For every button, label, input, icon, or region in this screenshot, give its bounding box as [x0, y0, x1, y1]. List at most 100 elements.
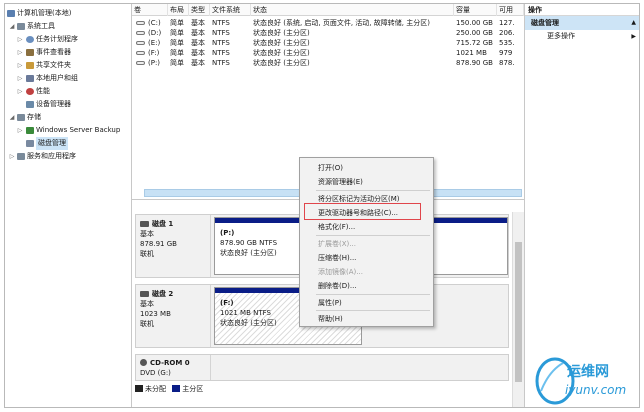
- vertical-scrollbar[interactable]: [512, 212, 524, 407]
- tree-item-label: 任务计划程序: [36, 35, 78, 43]
- disk-status: 联机: [140, 320, 154, 328]
- table-cell: 状态良好 (系统, 启动, 页面文件, 活动, 故障转储, 主分区): [253, 19, 430, 27]
- tree-item-system-tools[interactable]: ◢ 系统工具: [5, 20, 131, 33]
- context-menu-item[interactable]: 资源管理器(E): [300, 176, 433, 189]
- tree-item-event-viewer[interactable]: ▷ 事件查看器: [5, 46, 131, 59]
- menu-separator: [316, 294, 430, 295]
- device-manager-icon: [26, 101, 34, 108]
- table-cell: 206.: [499, 29, 515, 37]
- volume-icon: [136, 21, 145, 25]
- table-cell: 简单: [170, 19, 184, 27]
- disk-name: 磁盘 1: [152, 220, 174, 228]
- tree-item-storage[interactable]: ◢ 存储: [5, 111, 131, 124]
- tree-item-label: 本地用户和组: [36, 74, 78, 82]
- tree-item-shared-folders[interactable]: ▷ 共享文件夹: [5, 59, 131, 72]
- tree-item-device-manager[interactable]: 设备管理器: [5, 98, 131, 111]
- collapsed-arrow-icon[interactable]: ▷: [16, 85, 24, 98]
- table-cell: NTFS: [212, 49, 230, 57]
- table-cell: 基本: [191, 49, 205, 57]
- tree-item-task-scheduler[interactable]: ▷ 任务计划程序: [5, 33, 131, 46]
- collapsed-arrow-icon[interactable]: ▷: [16, 72, 24, 85]
- action-label: 更多操作: [547, 32, 575, 40]
- tree-item-label: 计算机管理(本地): [17, 9, 72, 17]
- tree-item-label: 事件查看器: [36, 48, 71, 56]
- table-cell: 状态良好 (主分区): [253, 39, 310, 47]
- collapse-up-icon[interactable]: ▲: [631, 16, 636, 30]
- navigation-tree: 计算机管理(本地) ◢ 系统工具 ▷ 任务计划程序 ▷ 事件查看器 ▷ 共享文件…: [5, 4, 132, 407]
- tree-item-services-applications[interactable]: ▷ 服务和应用程序: [5, 150, 131, 163]
- collapsed-arrow-icon[interactable]: ▷: [16, 124, 24, 137]
- table-cell: 简单: [170, 59, 184, 67]
- disk-row-cdrom[interactable]: CD-ROM 0 DVD (G:): [135, 354, 509, 381]
- table-row[interactable]: (D:) 简单 基本 NTFS 状态良好 (主分区) 250.00 GB 206.: [132, 28, 524, 38]
- context-menu-item[interactable]: 属性(P): [300, 297, 433, 310]
- tree-item-label: 共享文件夹: [36, 61, 71, 69]
- context-menu-item[interactable]: 删除卷(D)...: [300, 280, 433, 293]
- collapsed-arrow-icon[interactable]: ▷: [16, 33, 24, 46]
- column-header-volume[interactable]: 卷: [132, 4, 168, 16]
- context-menu-item[interactable]: 压缩卷(H)...: [300, 252, 433, 265]
- table-cell: (P:): [148, 59, 161, 67]
- context-menu-item[interactable]: 打开(O): [300, 162, 433, 175]
- performance-icon: [26, 88, 34, 95]
- action-more-actions[interactable]: 更多操作 ▶: [525, 30, 639, 43]
- column-header-free[interactable]: 可用: [497, 4, 524, 16]
- table-cell: 状态良好 (主分区): [253, 49, 310, 57]
- table-cell: (C:): [148, 19, 161, 27]
- actions-section-label: 磁盘管理: [531, 19, 559, 27]
- table-cell: 150.00 GB: [456, 19, 493, 27]
- tree-item-label: 磁盘管理: [36, 137, 68, 150]
- submenu-arrow-icon: ▶: [631, 33, 636, 40]
- table-cell: 简单: [170, 39, 184, 47]
- tree-item-computer-management[interactable]: 计算机管理(本地): [5, 7, 131, 20]
- disk-management-icon: [26, 140, 34, 147]
- volume-icon: [136, 41, 145, 45]
- table-row[interactable]: (E:) 简单 基本 NTFS 状态良好 (主分区) 715.72 GB 535.: [132, 38, 524, 48]
- table-row[interactable]: (F:) 简单 基本 NTFS 状态良好 (主分区) 1021 MB 979: [132, 48, 524, 58]
- table-row[interactable]: (C:) 简单 基本 NTFS 状态良好 (系统, 启动, 页面文件, 活动, 故障转储…: [132, 18, 524, 28]
- disk-info: CD-ROM 0 DVD (G:): [136, 355, 211, 380]
- column-header-type[interactable]: 类型: [189, 4, 210, 16]
- column-header-capacity[interactable]: 容量: [454, 4, 497, 16]
- collapsed-arrow-icon[interactable]: ▷: [16, 46, 24, 59]
- scrollbar-thumb[interactable]: [515, 242, 522, 382]
- column-header-status[interactable]: 状态: [251, 4, 454, 16]
- disk-icon: [140, 221, 149, 227]
- tree-item-windows-server-backup[interactable]: ▷ Windows Server Backup: [5, 124, 131, 137]
- table-cell: 250.00 GB: [456, 29, 493, 37]
- disk-size: 878.91 GB: [140, 240, 177, 248]
- partition-info: (F:) 1021 MB NTFS 状态良好 (主分区): [220, 298, 277, 328]
- legend-primary: 主分区: [182, 385, 204, 393]
- tools-icon: [17, 23, 25, 30]
- table-cell: 535.: [499, 39, 515, 47]
- tree-item-label: 性能: [36, 87, 50, 95]
- collapsed-arrow-icon[interactable]: ▷: [8, 150, 16, 163]
- context-menu-item[interactable]: 帮助(H): [300, 313, 433, 326]
- table-cell: 979: [499, 49, 513, 57]
- tree-item-performance[interactable]: ▷ 性能: [5, 85, 131, 98]
- table-cell: 878.: [499, 59, 515, 67]
- disk-info: 磁盘 1 基本 878.91 GB 联机: [136, 215, 211, 277]
- table-row[interactable]: (P:) 简单 基本 NTFS 状态良好 (主分区) 878.90 GB 878.: [132, 58, 524, 68]
- expanded-arrow-icon[interactable]: ◢: [8, 111, 16, 124]
- context-menu-item: 添加镜像(A)...: [318, 268, 363, 276]
- tree-item-disk-management[interactable]: 磁盘管理: [5, 137, 131, 150]
- volume-icon: [136, 51, 145, 55]
- collapsed-arrow-icon[interactable]: ▷: [16, 59, 24, 72]
- actions-title: 操作: [525, 4, 639, 16]
- event-log-icon: [26, 49, 34, 56]
- expanded-arrow-icon[interactable]: ◢: [8, 20, 16, 33]
- cdrom-icon: [140, 359, 147, 366]
- highlight-box: [304, 203, 421, 220]
- actions-section-disk-management[interactable]: 磁盘管理 ▲: [525, 16, 639, 30]
- table-cell: (E:): [148, 39, 161, 47]
- partition-size: 878.90 GB NTFS: [220, 239, 278, 247]
- tree-item-local-users-groups[interactable]: ▷ 本地用户和组: [5, 72, 131, 85]
- column-header-layout[interactable]: 布局: [168, 4, 189, 16]
- column-header-filesystem[interactable]: 文件系统: [210, 4, 251, 16]
- partition-status: 状态良好 (主分区): [220, 249, 277, 257]
- users-icon: [26, 75, 34, 82]
- tree-item-label: Windows Server Backup: [36, 126, 121, 134]
- table-cell: 基本: [191, 59, 205, 67]
- context-menu-item[interactable]: 格式化(F)...: [300, 221, 433, 234]
